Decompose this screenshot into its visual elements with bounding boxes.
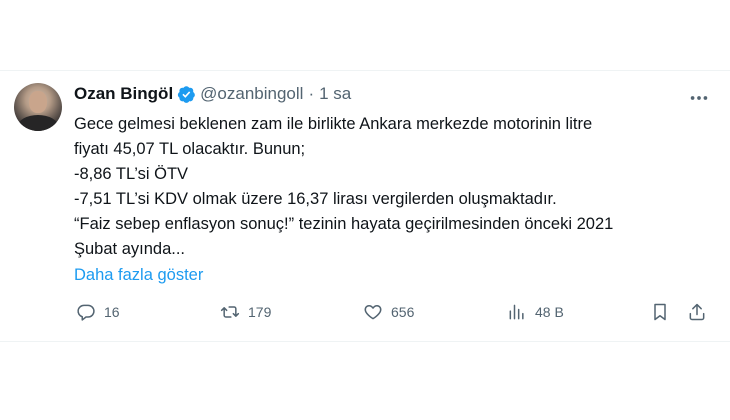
heart-icon	[364, 305, 382, 320]
avatar[interactable]	[14, 83, 62, 131]
views-button[interactable]: 48 B	[507, 302, 564, 322]
share-button[interactable]	[687, 302, 707, 327]
tweet-content: Ozan Bingöl @ozanbingoll · 1 sa Gece gel…	[74, 83, 714, 288]
avatar-face	[29, 91, 47, 113]
tweet-line: fiyatı 45,07 TL olacaktır. Bunun;	[74, 140, 306, 158]
retweet-button[interactable]: 179	[220, 302, 271, 322]
tweet-line: Şubat ayında...	[74, 240, 185, 258]
tweet-line: Gece gelmesi beklenen zam ile birlikte A…	[74, 115, 593, 133]
more-dots-icon[interactable]	[688, 87, 710, 109]
tweet-line: -8,86 TL’si ÖTV	[74, 165, 189, 183]
show-more-link[interactable]: Daha fazla göster	[74, 263, 203, 288]
bookmark-icon	[654, 303, 666, 321]
share-icon	[689, 303, 705, 321]
tweet-line: -7,51 TL’si KDV olmak üzere 16,37 lirası…	[74, 190, 557, 208]
retweet-icon	[220, 306, 240, 318]
separator-dot: ·	[308, 84, 315, 103]
avatar-suit	[18, 115, 58, 131]
verified-badge-icon[interactable]	[177, 85, 196, 104]
page: Ozan Bingöl @ozanbingoll · 1 sa Gece gel…	[0, 0, 730, 420]
tweet-line: “Faiz sebep enflasyon sonuç!” tezinin ha…	[74, 215, 614, 233]
like-count: 656	[391, 304, 415, 320]
views-bar-chart-icon	[509, 304, 524, 320]
retweet-count: 179	[248, 304, 272, 320]
tweet[interactable]: Ozan Bingöl @ozanbingoll · 1 sa Gece gel…	[0, 70, 730, 342]
tweet-text: Gece gelmesi beklenen zam ile birlikte A…	[74, 112, 714, 262]
user-name[interactable]: Ozan Bingöl	[74, 83, 173, 105]
reply-icon	[77, 304, 95, 321]
reply-count: 16	[104, 304, 120, 320]
bookmark-button[interactable]	[650, 302, 670, 327]
tweet-header: Ozan Bingöl @ozanbingoll · 1 sa	[74, 83, 714, 105]
reply-button[interactable]: 16	[76, 302, 120, 322]
action-bar: 16 179 656 48 B	[74, 302, 714, 326]
like-button[interactable]: 656	[363, 302, 414, 322]
views-count: 48 B	[535, 304, 564, 320]
tweet-time[interactable]: 1 sa	[319, 83, 351, 105]
user-handle[interactable]: @ozanbingoll	[200, 83, 303, 105]
